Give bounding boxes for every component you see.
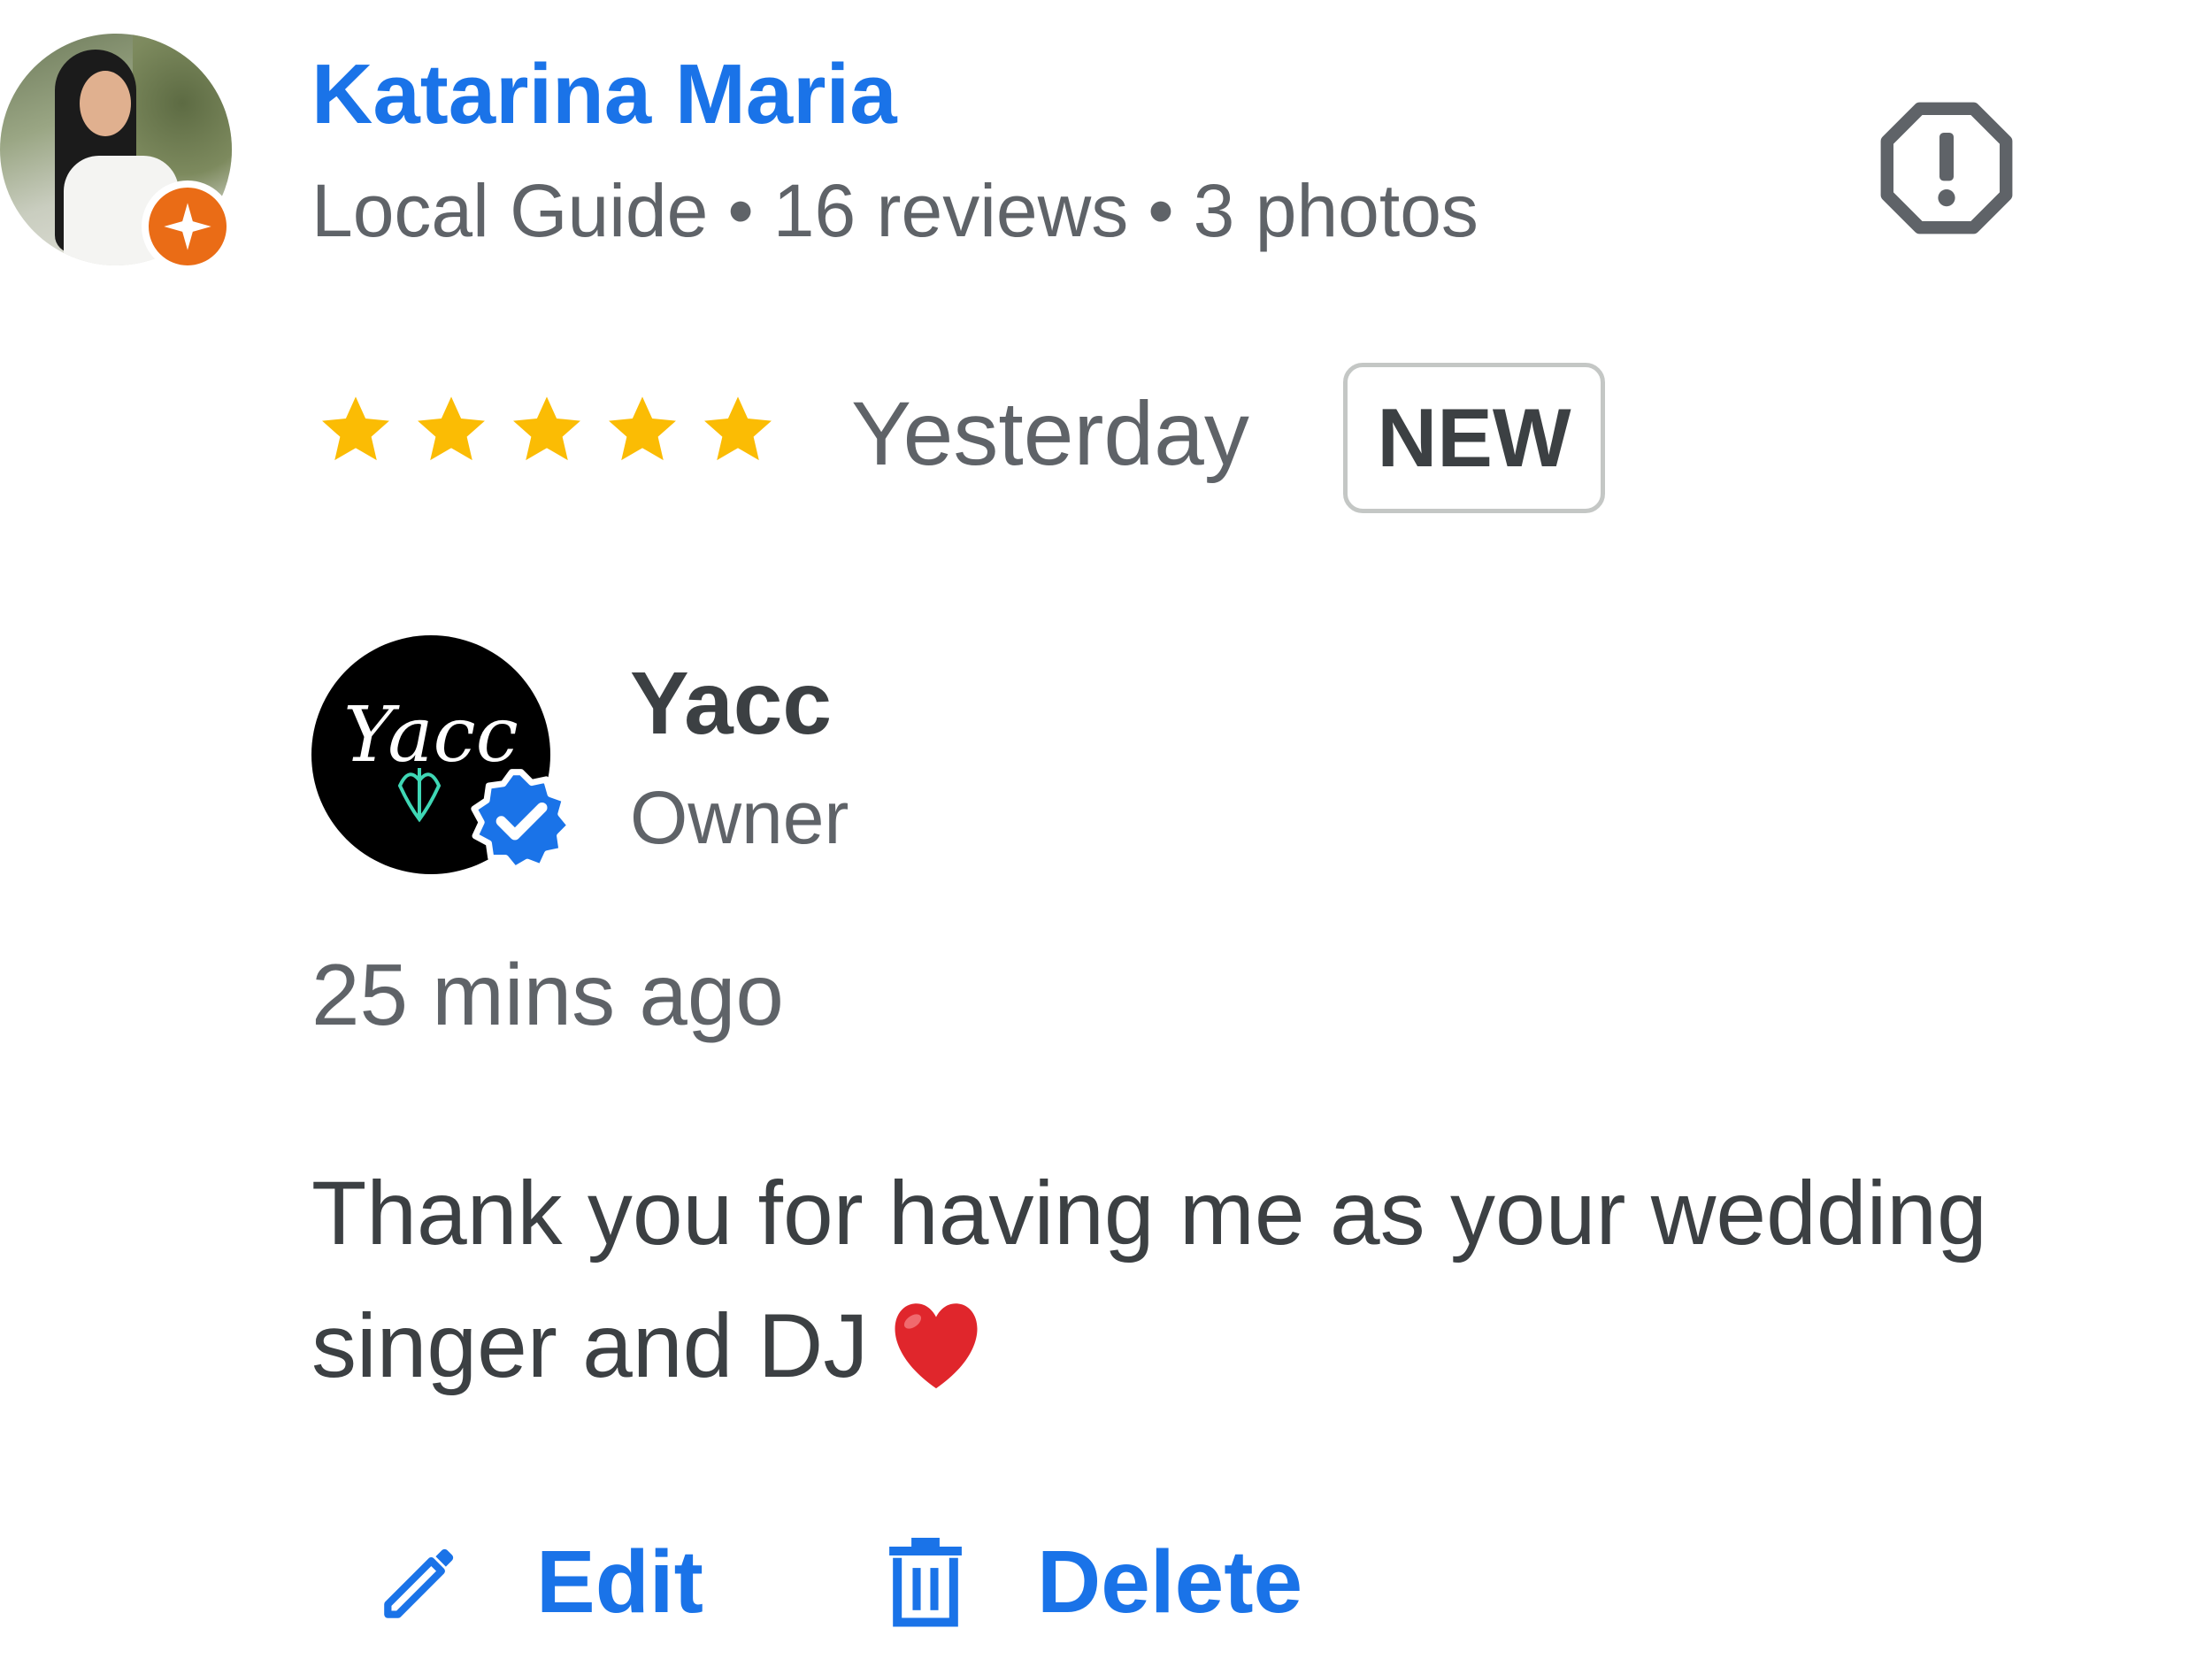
delete-button[interactable]: Delete [881,1520,1302,1644]
star-rating [315,389,779,478]
star-icon [418,396,485,461]
verified-check-icon [469,768,573,872]
meta-separator: • [727,169,754,252]
reviewer-meta: Local Guide • 16 reviews • 3 photos [311,168,1479,254]
reviewer-name[interactable]: Katarina Maria [311,46,897,143]
local-guide-badge-icon [142,180,234,273]
edit-button[interactable]: Edit [372,1520,703,1644]
new-badge: NEW [1343,363,1605,513]
owner-name: Yacc [630,654,833,753]
star-icon [704,396,772,461]
heart-emoji-icon [884,1295,988,1428]
trash-icon [889,1538,962,1627]
response-time: 25 mins ago [311,946,784,1043]
local-guide-label: Local Guide [311,169,709,252]
star-icon [609,396,676,461]
edit-label: Edit [536,1532,703,1632]
pencil-icon [384,1548,454,1618]
photo-count: 3 photos [1193,169,1479,252]
review-date: Yesterday [851,383,1249,484]
response-body: Thank you for having me as your wedding … [311,1163,1987,1396]
star-icon [322,396,389,461]
meta-separator: • [1148,169,1174,252]
owner-role: Owner [630,776,849,859]
review-count: 16 reviews [772,169,1129,252]
owner-logo-text: Yacc [343,691,518,780]
response-text: Thank you for having me as your wedding … [311,1147,2187,1428]
star-icon [513,396,580,461]
delete-label: Delete [1037,1532,1303,1632]
report-icon[interactable] [1876,97,2017,239]
